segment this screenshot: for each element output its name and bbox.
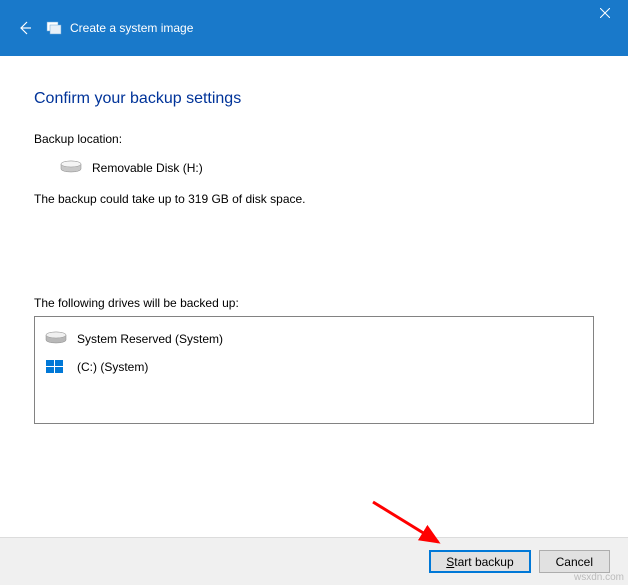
page-heading: Confirm your backup settings [34,90,594,108]
cancel-button[interactable]: Cancel [539,550,610,573]
footer: Start backup Cancel [0,537,628,585]
size-estimate: The backup could take up to 319 GB of di… [34,192,594,206]
content-area: Confirm your backup settings Backup loca… [0,56,628,424]
drive-name: (C:) (System) [77,360,148,374]
watermark: wsxdn.com [574,572,624,583]
drives-listbox: System Reserved (System) (C:) (System) [34,316,594,424]
drives-label: The following drives will be backed up: [34,296,594,310]
list-item: (C:) (System) [43,353,585,381]
app-icon [46,20,62,36]
window-title: Create a system image [70,21,193,35]
back-icon[interactable] [16,19,34,37]
removable-disk-icon [60,160,82,176]
windows-drive-icon [45,359,67,375]
start-backup-button[interactable]: Start backup [429,550,530,573]
drive-name: System Reserved (System) [77,332,223,346]
hdd-icon [45,331,67,347]
list-item: System Reserved (System) [43,325,585,353]
backup-location-value: Removable Disk (H:) [92,161,203,175]
backup-location-label: Backup location: [34,132,594,146]
close-button[interactable] [582,0,628,26]
titlebar: Create a system image [0,0,628,56]
backup-location-row: Removable Disk (H:) [60,160,594,176]
